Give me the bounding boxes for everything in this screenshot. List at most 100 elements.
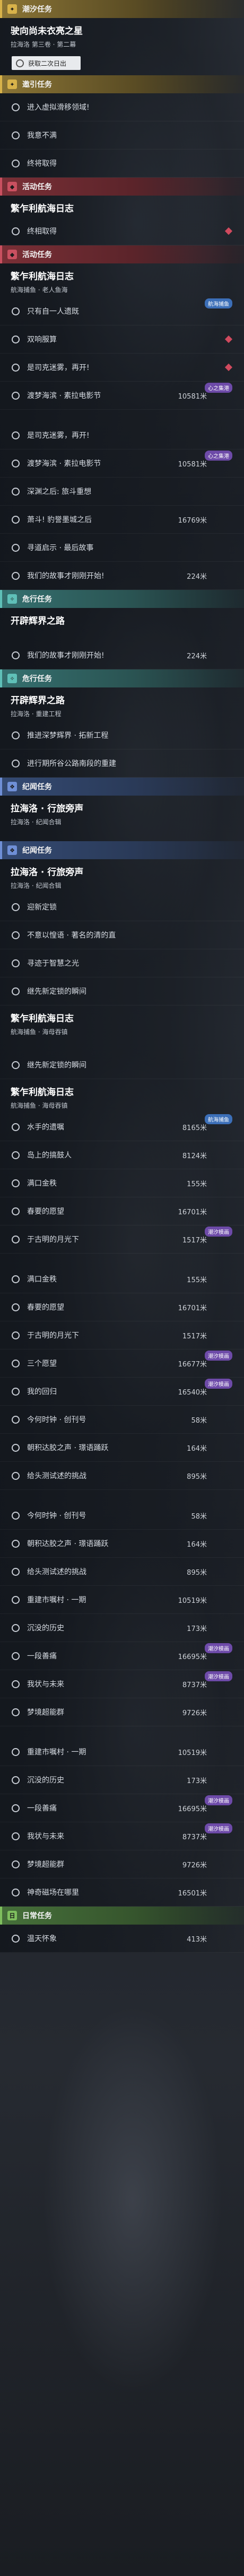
quest-list-item[interactable]: 梦境超能群 9726米 [0,1850,244,1878]
quest-title: 拉海洛 · 行旅旁声 [11,804,84,814]
quest-title-block[interactable]: 繁乍利航海日志 航海捕鱼 · 老人鱼海 [0,263,244,297]
quest-item-label: 进入虚拟滑移领域! [27,103,90,112]
quest-list-item[interactable]: 渡梦海滨 · 素拉电影节 10581米 心之集港 [0,449,244,478]
quest-title-block[interactable]: 繁乍利航海日志 [0,196,244,217]
quest-list-item[interactable]: 春要的愿望 16701米 [0,1293,244,1321]
quest-list-item[interactable]: 给头测试述的挑战 895米 [0,1558,244,1586]
quest-item-label: 萧斗! 豹誉墨城之后 [27,516,92,524]
quest-list-item[interactable]: 朝积达胶之声 · 璟语踊跃 164米 [0,1434,244,1462]
quest-category-header[interactable]: ✧ 危行任务 [0,590,244,608]
quest-list-item[interactable]: 春要的愿望 16701米 [0,1197,244,1225]
category-label: 危行任务 [22,595,52,604]
quest-list-item[interactable]: 给头测试述的挑战 895米 [0,1462,244,1490]
quest-circle-icon [12,1888,20,1896]
quest-title-block[interactable]: 拉海洛 · 行旅旁声 拉海洛 · 纪闻合辑 [0,796,244,830]
quest-category-header[interactable]: ✧ 危行任务 [0,669,244,687]
quest-list-item[interactable]: 我的回归 16540米 潮汐模画 [0,1378,244,1406]
quest-category-header[interactable]: ◆ 活动任务 [0,245,244,263]
quest-list-item[interactable]: 于古明的月光下 1517米 潮汐模画 [0,1225,244,1254]
quest-list-item[interactable]: 满口金秩 155米 [0,1169,244,1197]
quest-list-item[interactable]: 我状与未来 8737米 潮汐模画 [0,1822,244,1850]
quest-title-block[interactable]: 开辟辉界之路 拉海洛 · 重建工程 [0,687,244,721]
quest-list-item[interactable]: 神奇磁场在哪里 16501米 [0,1878,244,1907]
quest-list-item[interactable]: 朝积达胶之声 · 璟语踊跃 164米 [0,1530,244,1558]
quest-list-item[interactable]: 满口金秩 155米 [0,1265,244,1293]
quest-title-block[interactable]: 开辟辉界之路 [0,608,244,630]
quest-list-item[interactable]: 双响服算 [0,325,244,354]
quest-subtitle: 拉海洛 · 重建工程 [11,710,62,718]
quest-objective-chip[interactable]: 获取二次日出 [12,56,81,70]
quest-circle-icon [12,227,20,235]
category-label: 日常任务 [22,1912,52,1920]
quest-category-header[interactable]: 日日常任务 [0,1907,244,1925]
quest-category-header[interactable]: ◆ 活动任务 [0,178,244,196]
quest-list-item[interactable]: 一段善痛 16695米 潮汐模画 [0,1794,244,1822]
quest-list-item[interactable]: 温天怀象 413米 [0,1925,244,1953]
quest-list-item[interactable]: 寻道启示 · 最后故事 [0,534,244,562]
quest-list-item[interactable]: 重建市嘱村 · 一期 10519米 [0,1586,244,1614]
quest-list-item[interactable]: 推进深梦辉界 · 拓新工程 [0,721,244,749]
quest-list-item[interactable]: 继先新定锁的瞬间 [0,977,244,1005]
quest-list-item[interactable]: 沉没的历史 173米 [0,1614,244,1642]
quest-list-item[interactable]: 重建市嘱村 · 一期 10519米 [0,1738,244,1766]
quest-category-header[interactable]: ✦ 邀引任务 [0,75,244,93]
quest-list-item[interactable]: 继先新定锁的瞬间 [0,1051,244,1079]
category-label: 纪闻任务 [22,783,52,791]
quest-item-label: 今何时钟 · 创刊号 [27,1512,86,1520]
quest-category-header[interactable]: ❖ 纪闻任务 [0,778,244,796]
category-icon: ◆ [7,182,17,191]
quest-list-item[interactable]: 沉没的历史 173米 [0,1766,244,1794]
quest-circle-icon [12,1415,20,1424]
quest-list-item[interactable]: 不意以惶语 · 著名的清的直 [0,921,244,949]
quest-item-label: 终将取得 [27,160,57,168]
quest-list-item[interactable]: 寻迹于智慧之光 [0,949,244,977]
quest-list-item[interactable]: 进入虚拟滑移领域! [0,93,244,121]
quest-list-item[interactable]: 今何时钟 · 创刊号 58米 [0,1406,244,1434]
quest-list-item[interactable]: 岛上的搞鼓人 8124米 [0,1141,244,1169]
quest-category-header[interactable]: ✦ 潮汐任务 [0,0,244,18]
quest-list-item[interactable]: 进行期所谷公路南段的重建 [0,749,244,778]
quest-title-block[interactable]: 拉海洛 · 行旅旁声 拉海洛 · 纪闻合辑 [0,859,244,893]
quest-list-item[interactable]: 萧斗! 豹誉墨城之后 16769米 [0,506,244,534]
category-icon: ◆ [7,250,17,259]
quest-list-item[interactable]: 终相取得 [0,217,244,245]
quest-list-item[interactable]: 三个愿望 16677米 潮汐模画 [0,1349,244,1378]
quest-title-block[interactable]: 繁乍利航海日志 航海捕鱼 · 海母吞镇 [0,1005,244,1039]
quest-distance: 58米 [191,1512,207,1521]
quest-list-item[interactable]: 我们的故事才刚刚开始! 224米 [0,641,244,669]
quest-list-item[interactable]: 是司克迷雾，再开! [0,354,244,382]
quest-list-item[interactable]: 我意不满 [0,121,244,149]
quest-item-label: 一段善痛 [27,1804,57,1813]
quest-list-item[interactable]: 梦境超能群 9726米 [0,1698,244,1726]
quest-list-item[interactable]: 于古明的月光下 1517米 [0,1321,244,1349]
quest-item-label: 双响服算 [27,336,57,344]
quest-list-item[interactable]: 我们的故事才刚刚开始! 224米 [0,562,244,590]
quest-title-block[interactable]: 驶向尚未衣亮之星 拉海洛 第三卷 · 第二幕 [0,18,244,52]
quest-circle-icon [12,515,20,524]
quest-list-item[interactable]: 今何时钟 · 创刊号 58米 [0,1502,244,1530]
quest-list-item[interactable]: 我状与未来 8737米 潮汐模画 [0,1670,244,1698]
quest-list-item[interactable]: 终将取得 [0,149,244,178]
quest-list-item[interactable]: 是司克迷雾，再开! [0,421,244,449]
quest-circle-icon [12,131,20,139]
quest-category-header[interactable]: ❖ 纪闻任务 [0,841,244,859]
quest-title: 开辟辉界之路 [11,616,65,627]
quest-circle-icon [12,571,20,580]
quest-tag-badge: 心之集港 [205,383,232,393]
quest-distance: 413米 [187,1935,207,1944]
quest-circle-icon [12,487,20,496]
quest-distance: 58米 [191,1416,207,1425]
quest-distance: 1517米 [182,1236,207,1245]
quest-list-item[interactable]: 深渊之后: 旅斗重想 [0,478,244,506]
quest-list-item[interactable]: 水手的遗嘱 8165米 航海捕鱼 [0,1113,244,1141]
quest-list-item[interactable]: 只有自一人遗既 航海捕鱼 [0,297,244,325]
quest-list-item[interactable]: 渡梦海滨 · 素拉电影节 10581米 心之集港 [0,382,244,410]
quest-item-label: 今何时钟 · 创刊号 [27,1416,86,1424]
quest-title-block[interactable]: 繁乍利航海日志 航海捕鱼 · 海母吞镇 [0,1079,244,1113]
quest-circle-icon [12,759,20,767]
quest-list-item[interactable]: 一段善痛 16695米 潮汐模画 [0,1642,244,1670]
quest-list-item[interactable]: 迎新定锁 [0,893,244,921]
quest-title: 驶向尚未衣亮之星 [11,26,83,37]
